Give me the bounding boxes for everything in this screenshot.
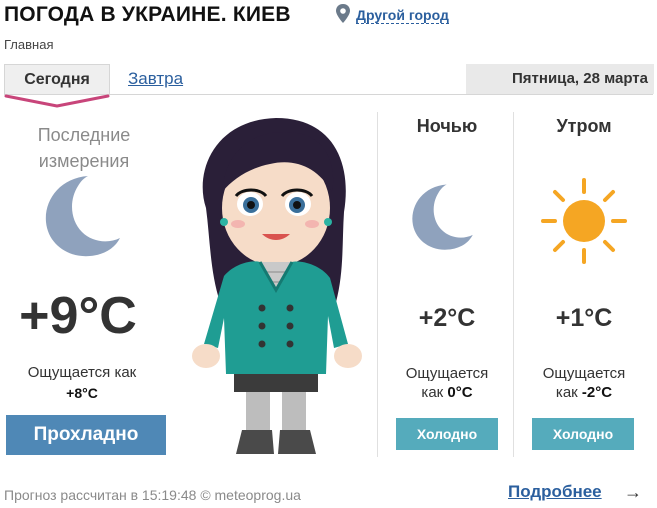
feels-like-value: -2°C [581,384,613,401]
period-morning-title: Утром [556,116,612,136]
feels-like-value: +8°C [66,385,98,401]
breadcrumb[interactable]: Главная [4,37,53,52]
feels-like-prefix: как [555,384,578,401]
arrow-right-icon: → [624,482,642,502]
condition-cold-button[interactable]: Холодно [532,418,634,450]
feels-like-label: Ощущается [542,365,626,382]
moon-icon [412,184,473,250]
period-night-temperature: +2°C [418,304,476,332]
page-title: ПОГОДА В УКРАИНЕ. КИЕВ [4,3,291,26]
column-divider [377,112,378,457]
location-pin-icon [336,4,350,23]
period-morning-feels: Ощущается как -2°C [516,364,652,402]
period-morning-temperature: +1°C [555,304,613,332]
period-night-title: Ночью [416,116,478,136]
period-night-feels: Ощущается как 0°C [380,364,514,402]
weather-character-illustration [192,118,362,454]
sun-icon [541,178,627,264]
column-divider [513,112,514,457]
feels-like-row: как 0°C [380,383,514,402]
more-details-link[interactable]: Подробнее [508,482,602,502]
feels-like-label: Ощущается как [27,364,137,381]
moon-icon [45,176,120,257]
last-measurements-line1: Последние [37,125,131,145]
tab-today[interactable]: Сегодня [4,64,110,94]
date-label: Пятница, 28 марта [466,64,654,94]
last-measurements-line2: измерения [38,151,130,171]
tab-tomorrow[interactable]: Завтра [128,69,183,89]
last-measurements-label: Последние измерения [12,122,156,174]
feels-like-label: Ощущается [405,365,489,382]
other-city-link[interactable]: Другой город [356,7,449,24]
feels-like-prefix: как [421,384,444,401]
current-temperature: +9°C [19,287,137,345]
feels-like-value: 0°C [447,384,473,401]
condition-cool-button[interactable]: Прохладно [6,415,166,455]
condition-cold-button[interactable]: Холодно [396,418,498,450]
active-tab-indicator [4,94,110,108]
forecast-timestamp: Прогноз рассчитан в 15:19:48 © meteoprog… [4,487,301,503]
feels-like-row: как -2°C [516,383,652,402]
